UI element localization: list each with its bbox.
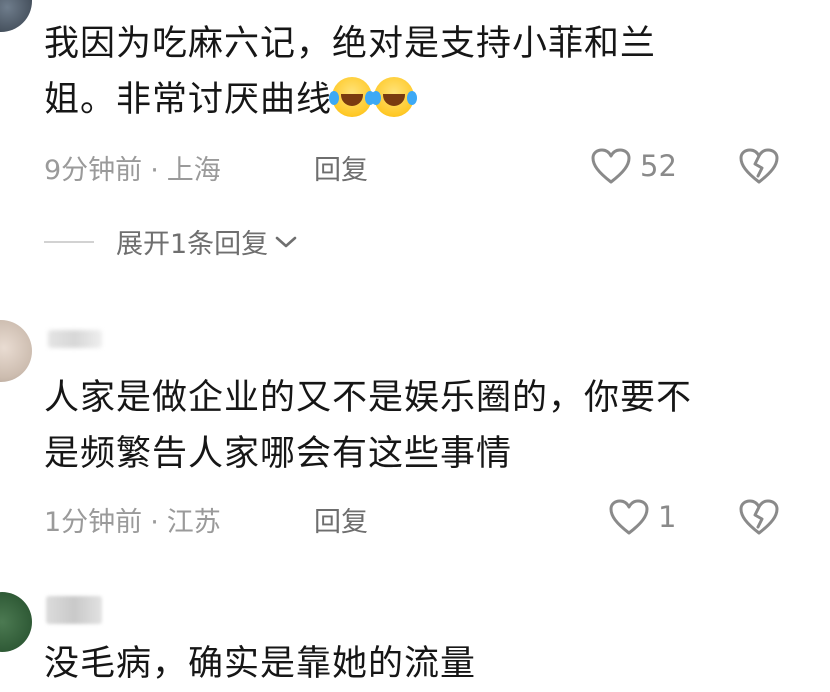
laughing-crying-emoji-icon [329,77,373,117]
dislike-button[interactable] [738,498,780,540]
comment-text: 没毛病，确实是靠她的流量 [44,636,804,692]
meta-separator: · [150,507,159,538]
avatar[interactable] [0,592,32,652]
blurred-username [46,596,102,624]
reply-button[interactable]: 回复 [314,500,368,539]
reply-button[interactable]: 回复 [314,148,368,187]
comment-meta: 1分钟前 · 江苏 回复 [44,500,368,539]
heart-outline-icon [591,148,631,184]
comment-time: 1分钟前 [44,507,143,538]
comment-line: 是频繁告人家哪会有这些事情 [44,434,513,474]
comment-list: 我因为吃麻六记，绝对是支持小菲和兰 姐。非常讨厌曲线 9分钟前 · 上海 回复 52… [0,0,830,692]
divider [44,240,94,243]
expand-replies-button[interactable]: 展开1条回复 [44,222,298,261]
like-count: 1 [658,500,677,534]
comment-location: 江苏 [166,507,221,538]
like-button[interactable]: 52 [590,147,677,185]
expand-replies-label: 展开1条回复 [116,229,269,260]
avatar[interactable] [0,0,32,32]
heart-outline-icon [609,499,649,535]
chevron-down-icon [275,236,297,247]
comment-meta: 9分钟前 · 上海 回复 [44,148,368,187]
avatar[interactable] [0,320,32,382]
meta-separator: · [150,155,159,186]
laughing-crying-emoji-icon [371,77,415,117]
like-count: 52 [640,149,677,183]
comment-text: 人家是做企业的又不是娱乐圈的，你要不 是频繁告人家哪会有这些事情 [44,370,804,482]
comment-text: 我因为吃麻六记，绝对是支持小菲和兰 姐。非常讨厌曲线 [44,16,804,128]
comment-location: 上海 [166,155,221,186]
comment-line: 姐。非常讨厌曲线 [44,80,333,120]
comment-time: 9分钟前 [44,155,143,186]
comment-line: 人家是做企业的又不是娱乐圈的，你要不 [44,378,693,418]
blurred-username [48,330,102,348]
comment-line: 没毛病，确实是靠她的流量 [44,644,477,684]
comment-line-with-emoji: 姐。非常讨厌曲线 [44,72,804,128]
broken-heart-icon [739,499,779,535]
like-button[interactable]: 1 [608,498,676,536]
broken-heart-icon [739,148,779,184]
dislike-button[interactable] [738,147,780,189]
comment-line: 我因为吃麻六记，绝对是支持小菲和兰 [44,24,657,64]
